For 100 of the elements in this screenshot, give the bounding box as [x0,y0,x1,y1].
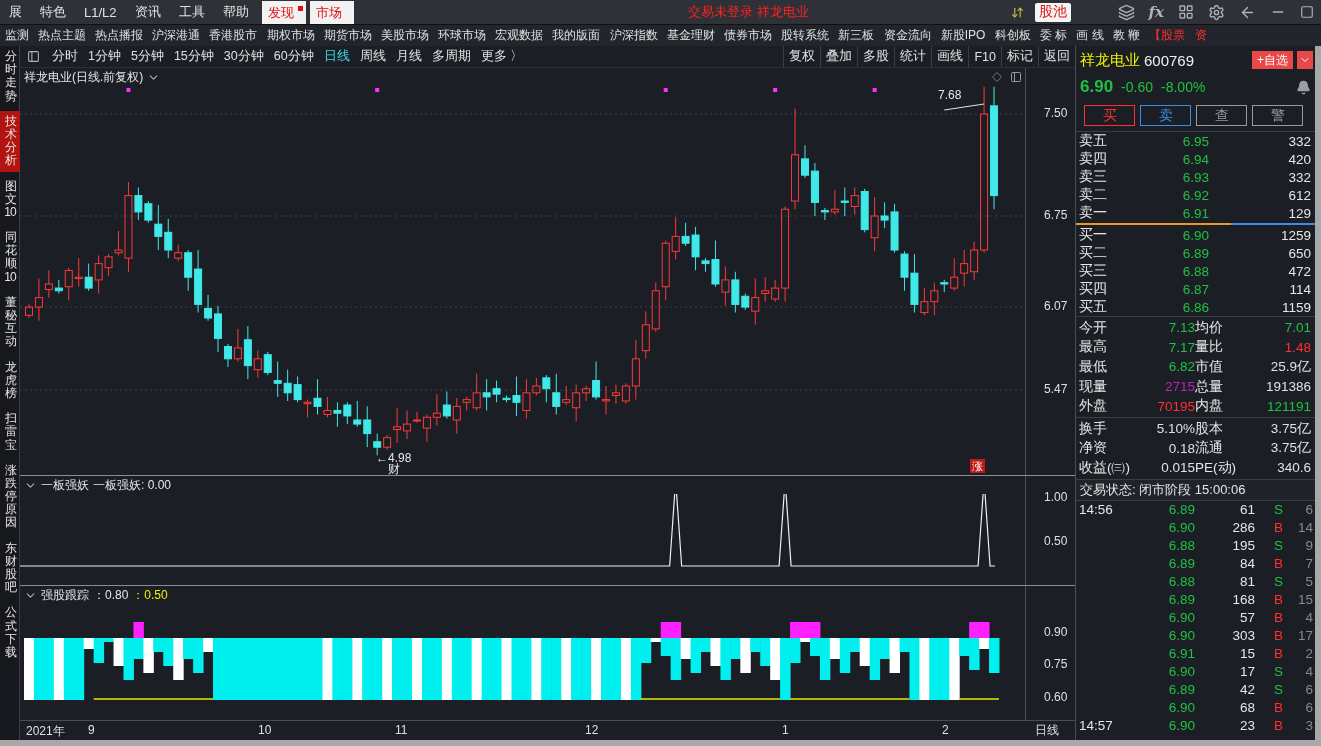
tick-count: 3 [1304,718,1313,734]
nav-item[interactable]: 新股IPO [936,25,991,46]
nav-item[interactable]: 【股票 [1144,25,1190,46]
period-tab[interactable]: 更多 〉 [475,46,529,67]
period-tab[interactable]: 60分钟 [268,46,319,67]
nav-item[interactable]: 委 标 [1035,25,1072,46]
formula-button[interactable]: fx [1141,0,1171,24]
period-tab[interactable]: 15分钟 [168,46,219,67]
tick-volume: 303 [1231,628,1255,644]
tool-button[interactable]: 多股 [857,46,895,67]
stock-pool-button[interactable]: 股池 [1034,2,1071,22]
period-label: 日线 [1034,722,1060,739]
trade-button[interactable]: 买 [1084,105,1135,126]
period-tab[interactable]: 日线 [318,46,355,67]
tick-volume: 17 [1238,664,1255,680]
tool-button[interactable]: F10 [968,46,1001,67]
menu-item[interactable]: 资讯 [125,0,170,24]
nav-item[interactable]: 股转系统 [776,25,834,46]
stat-value: 25.9亿 [1269,358,1311,376]
menu-item[interactable]: 帮助 [213,0,258,24]
side-tab[interactable]: 东财股吧 [0,537,20,599]
tool-button[interactable]: 复权 [783,46,821,67]
tick-volume: 42 [1238,682,1255,698]
nav-item[interactable]: 热点播报 [90,25,148,46]
event-marker: 财 [388,462,400,478]
nav-item[interactable]: 资金流向 [879,25,937,46]
nav-item[interactable]: 热点主题 [33,25,91,46]
indicator-reading: 一板强妖: 0.00 [93,476,172,494]
top-tab[interactable]: 市场 [309,1,354,24]
menu-item[interactable]: 展 [0,0,31,24]
trade-button[interactable]: 警 [1252,105,1303,126]
side-tab[interactable]: 扫雷宝 [0,408,20,456]
tick-volume: 57 [1238,610,1255,626]
side-tab[interactable]: 公式下载 [0,602,20,664]
menu-item[interactable]: L1/L2 [75,0,126,24]
side-tab[interactable]: 董秘互动 [0,291,20,353]
stat-value: 7.01 [1283,320,1311,336]
order-volume: 1259 [1279,227,1311,243]
tick-volume: 23 [1238,718,1255,734]
order-level: 买一 [1079,226,1108,244]
trade-button[interactable]: 查 [1196,105,1247,126]
date-label: 9 [88,723,95,737]
period-tab[interactable]: 月线 [390,46,427,67]
event-marker [773,88,778,92]
nav-item[interactable]: 沪深指数 [605,25,663,46]
nav-item[interactable]: 债券市场 [719,25,777,46]
side-tab[interactable]: 同花顺10 [0,227,20,288]
stat-value: 0.18 [1167,440,1195,456]
nav-item[interactable]: 科创板 [990,25,1036,46]
nav-item[interactable]: 教 鞭 [1108,25,1145,46]
nav-item[interactable]: 宏观数据 [490,25,548,46]
percent-change: -8.00% [1161,79,1206,95]
tick-count: 4 [1304,610,1313,626]
nav-item[interactable]: 基金理财 [662,25,720,46]
period-tab[interactable]: 分时 [47,46,83,67]
nav-item[interactable]: 沪深港通 [147,25,205,46]
nav-item[interactable]: 美股市场 [376,25,434,46]
tick-price: 6.89 [1167,592,1195,608]
tick-volume: 15 [1238,646,1255,662]
side-tab[interactable]: 技术分析 [0,110,20,172]
tick-price: 6.90 [1167,628,1195,644]
period-tab[interactable]: 30分钟 [218,46,269,67]
nav-item[interactable]: 香港股市 [204,25,262,46]
period-tab[interactable]: 多周期 [426,46,476,67]
tick-count: 5 [1304,574,1313,590]
menu-item[interactable]: 特色 [31,0,75,24]
tick-volume: 61 [1238,502,1255,518]
bell-icon[interactable] [1296,79,1311,95]
side-tab[interactable]: 分时走势 [0,46,20,107]
tool-button[interactable]: 标记 [1001,46,1038,67]
menu-item[interactable]: 工具 [169,0,214,24]
event-marker [872,88,877,92]
nav-item[interactable]: 期货市场 [319,25,377,46]
side-tab[interactable]: 涨跌停原因 [0,459,20,534]
tick-side: B [1273,556,1283,572]
period-tab[interactable]: 1分钟 [83,46,126,67]
nav-item[interactable]: 新三板 [833,25,879,46]
period-tab[interactable]: 周线 [354,46,391,67]
add-watchlist-button[interactable]: +自选 [1252,51,1293,69]
tick-count: 15 [1296,592,1313,608]
trade-button[interactable]: 卖 [1140,105,1191,126]
nav-item[interactable]: 我的版面 [547,25,606,46]
side-tab[interactable]: 龙虎榜 [0,356,20,405]
tool-button[interactable]: 叠加 [820,46,858,67]
nav-item[interactable]: 环球市场 [433,25,491,46]
tick-side: B [1273,700,1283,716]
tool-button[interactable]: 画线 [931,46,969,67]
nav-item[interactable]: 画 线 [1071,25,1109,46]
nav-item[interactable]: 监测 [0,25,34,46]
order-price: 6.95 [1181,133,1209,149]
top-tab[interactable]: 发现 [261,1,306,24]
tick-count: 2 [1304,646,1313,662]
tool-button[interactable]: 统计 [894,46,932,67]
side-tab[interactable]: 图文10 [0,175,20,224]
panel-icon[interactable] [1010,71,1022,83]
nav-item[interactable]: 期权市场 [261,25,320,46]
order-price: 6.91 [1181,205,1209,221]
tick-count: 6 [1304,502,1313,518]
period-tab[interactable]: 5分钟 [125,46,169,67]
nav-item[interactable]: 资 [1190,25,1212,46]
